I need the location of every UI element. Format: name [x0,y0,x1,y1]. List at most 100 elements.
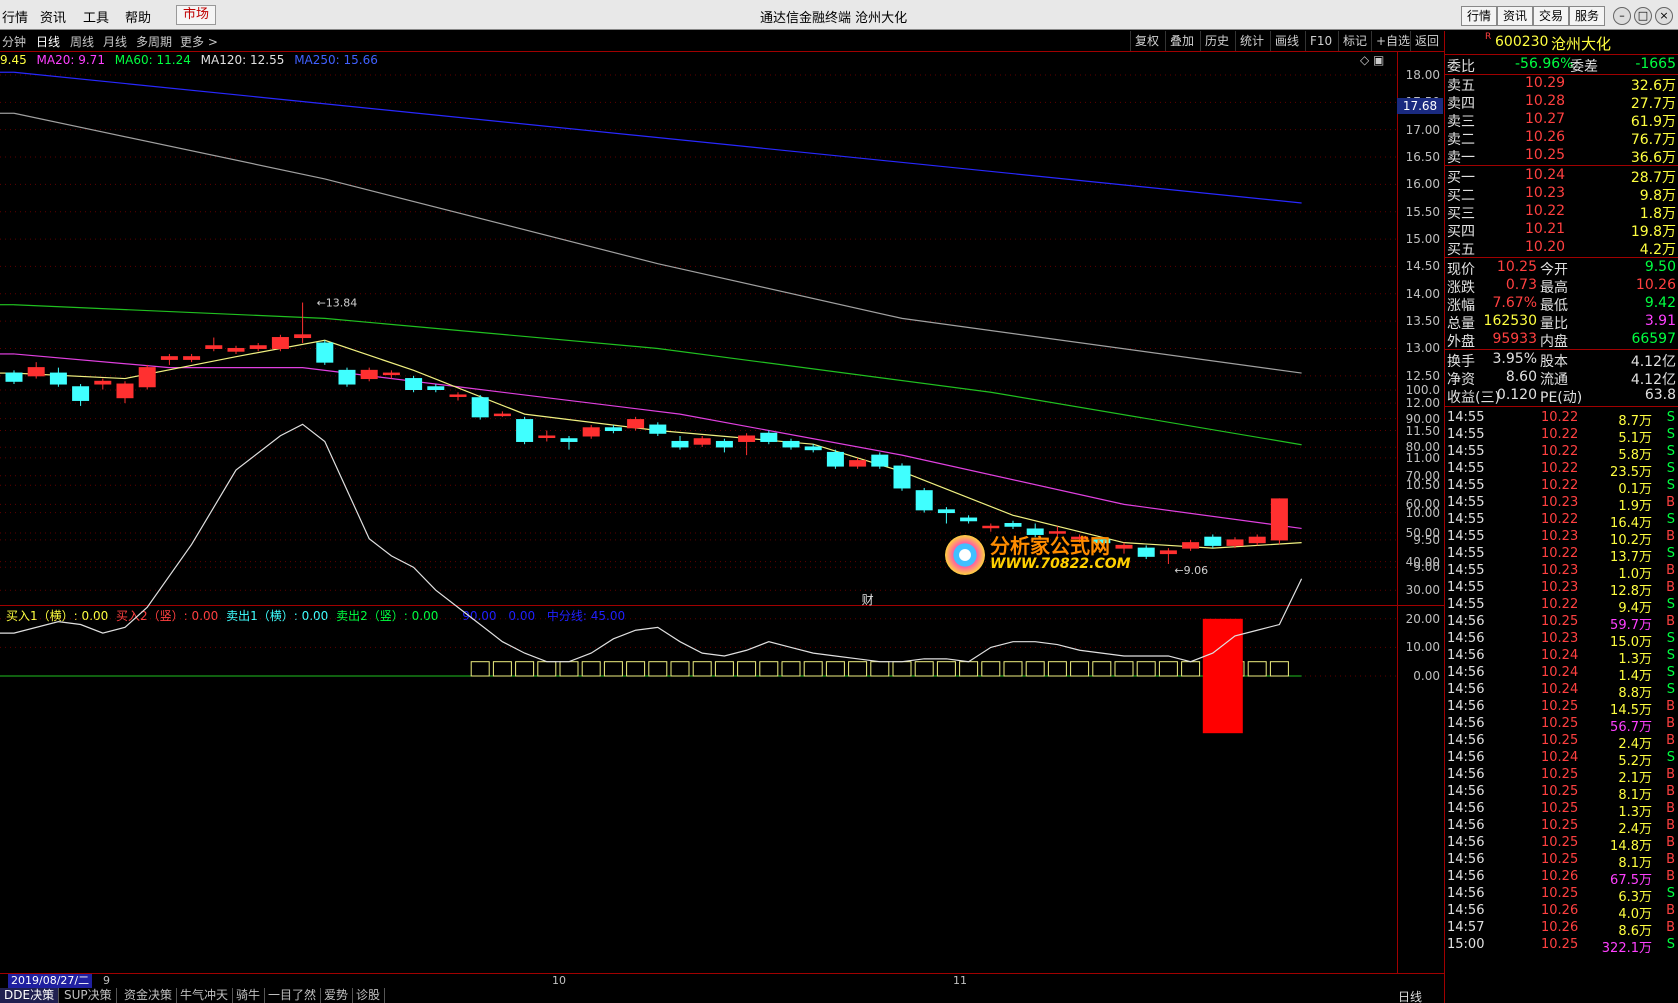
tick-row[interactable]: 14:55 10.23 1.0万 B [1445,562,1678,582]
menu-market[interactable]: 市场 [176,5,217,25]
tab-more[interactable]: 更多 > [180,33,218,50]
tab-qiniu[interactable]: 骑牛 [232,988,266,1003]
tick-row[interactable]: 14:56 10.25 56.7万 B [1445,715,1678,735]
stat-label-2: 最低 [1540,298,1568,314]
tab-monthly[interactable]: 月线 [103,33,127,50]
buy-level-row[interactable]: 买二 10.23 9.8万 [1445,185,1678,204]
tick-price: 10.25 [1541,784,1579,799]
buy-level-row[interactable]: 买四 10.21 19.8万 [1445,221,1678,240]
tick-row[interactable]: 14:56 10.25 2.4万 B [1445,817,1678,837]
top-btn-hangqing[interactable]: 行情 [1461,6,1498,26]
menu-zixun[interactable]: 资讯 [40,7,66,26]
buy-level-row[interactable]: 买一 10.24 28.7万 [1445,167,1678,186]
kline-chart[interactable]: ←13.84 ←9.06 财 [0,52,1444,973]
indicator-box [781,661,801,677]
indicator-tick: 90.00 [1405,411,1440,426]
tick-row[interactable]: 14:55 10.23 12.8万 B [1445,579,1678,599]
sell-label: 卖五 [1447,78,1475,94]
tab-yimu[interactable]: 一目了然 [264,988,322,1003]
minimize-icon[interactable]: – [1613,7,1631,25]
menu-hangqing[interactable]: 行情 [2,7,28,26]
tick-row[interactable]: 14:56 10.25 8.1万 B [1445,783,1678,803]
candle-body [693,438,711,445]
top-btn-zixun[interactable]: 资讯 [1497,6,1534,26]
tool-fanhui[interactable]: 返回 [1410,31,1443,51]
menu-bangzhu[interactable]: 帮助 [125,7,151,26]
tick-row[interactable]: 14:55 10.22 9.4万 S [1445,596,1678,616]
tick-row[interactable]: 14:56 10.25 6.3万 S [1445,885,1678,905]
tick-row[interactable]: 15:00 10.25 322.1万 S [1445,936,1678,956]
tick-row[interactable]: 14:55 10.22 0.1万 S [1445,477,1678,497]
tick-row[interactable]: 14:57 10.26 8.6万 B [1445,919,1678,939]
close-icon[interactable]: × [1655,7,1673,25]
tool-huaxian[interactable]: 画线 [1270,31,1303,51]
top-btn-jiaoyi[interactable]: 交易 [1533,6,1570,26]
tab-zijin[interactable]: 资金决策 [120,988,178,1003]
tick-row[interactable]: 14:56 10.24 8.8万 S [1445,681,1678,701]
sell-level-row[interactable]: 卖一 10.25 36.6万 [1445,147,1678,166]
price-tick: 11.50 [1405,423,1440,438]
tool-tongji[interactable]: 统计 [1235,31,1268,51]
tick-row[interactable]: 14:56 10.25 14.5万 B [1445,698,1678,718]
tick-row[interactable]: 14:56 10.25 2.4万 B [1445,732,1678,752]
tool-fuquan[interactable]: 复权 [1130,31,1163,51]
tick-row[interactable]: 14:55 10.22 13.7万 S [1445,545,1678,565]
tool-biaoji[interactable]: 标记 [1338,31,1371,51]
tick-row[interactable]: 14:56 10.26 4.0万 B [1445,902,1678,922]
tick-side: S [1666,631,1675,646]
tick-row[interactable]: 14:56 10.24 1.3万 S [1445,647,1678,667]
tick-row[interactable]: 14:55 10.22 23.5万 S [1445,460,1678,480]
buy-level-row[interactable]: 买三 10.22 1.8万 [1445,203,1678,222]
tab-minute[interactable]: 分钟 [2,33,26,50]
tool-diejia[interactable]: 叠加 [1165,31,1198,51]
restore-icon[interactable]: □ [1634,7,1652,25]
tick-row[interactable]: 14:55 10.22 5.1万 S [1445,426,1678,446]
tick-time: 14:56 [1447,886,1485,901]
tab-weekly[interactable]: 周线 [70,33,94,50]
tick-row[interactable]: 14:56 10.25 59.7万 B [1445,613,1678,633]
weibi-row: 委比 -56.96% 委差 -1665 [1445,56,1678,75]
tab-dde[interactable]: DDE决策 [0,988,60,1003]
tick-row[interactable]: 14:56 10.25 1.3万 B [1445,800,1678,820]
tick-row[interactable]: 14:56 10.25 8.1万 B [1445,851,1678,871]
menu-gongju[interactable]: 工具 [83,7,109,26]
tick-row[interactable]: 14:55 10.23 1.9万 B [1445,494,1678,514]
tick-row[interactable]: 14:55 10.22 8.7万 S [1445,409,1678,429]
stat-label: 净资 [1447,372,1475,388]
tick-row[interactable]: 14:55 10.23 10.2万 B [1445,528,1678,548]
tool-zixuan[interactable]: +自选 [1371,31,1414,51]
tick-row[interactable]: 14:55 10.22 16.4万 S [1445,511,1678,531]
tab-zhengu[interactable]: 诊股 [352,988,386,1003]
sell-level-row[interactable]: 卖二 10.26 76.7万 [1445,129,1678,148]
sell-level-row[interactable]: 卖三 10.27 61.9万 [1445,111,1678,130]
tick-row[interactable]: 14:56 10.23 15.0万 S [1445,630,1678,650]
tab-daily[interactable]: 日线 [36,33,60,50]
tool-f10[interactable]: F10 [1305,31,1336,51]
tick-row[interactable]: 14:56 10.24 1.4万 S [1445,664,1678,684]
tick-row[interactable]: 14:56 10.25 2.1万 B [1445,766,1678,786]
tick-row[interactable]: 14:55 10.22 5.8万 S [1445,443,1678,463]
stat-label: 总量 [1447,316,1475,332]
tick-side: B [1666,614,1675,629]
tick-side: B [1666,852,1675,867]
tick-time: 14:56 [1447,767,1485,782]
candle-body [138,367,156,388]
sell-level-row[interactable]: 卖五 10.29 32.6万 [1445,75,1678,94]
sell-level-row[interactable]: 卖四 10.28 27.7万 [1445,93,1678,112]
indicator-tick: 40.00 [1405,554,1440,569]
finance-mark[interactable]: 财 [862,593,874,607]
tick-row[interactable]: 14:56 10.24 5.2万 S [1445,749,1678,769]
tab-sup[interactable]: SUP决策 [60,988,117,1003]
tool-lishi[interactable]: 历史 [1200,31,1233,51]
top-btn-fuwu[interactable]: 服务 [1569,6,1606,26]
tab-multi-period[interactable]: 多周期 [136,33,172,50]
weibi-value: -56.96% [1515,56,1574,72]
tab-aishi[interactable]: 爱势 [320,988,354,1003]
tick-row[interactable]: 14:56 10.26 67.5万 B [1445,868,1678,888]
tick-row[interactable]: 14:56 10.25 14.8万 B [1445,834,1678,854]
tick-side: S [1666,750,1675,765]
stat-row: 总量 162530 量比 3.91 [1445,313,1678,332]
tick-side: B [1666,580,1675,595]
buy-level-row[interactable]: 买五 10.20 4.2万 [1445,239,1678,258]
tab-niuqi[interactable]: 牛气冲天 [176,988,234,1003]
